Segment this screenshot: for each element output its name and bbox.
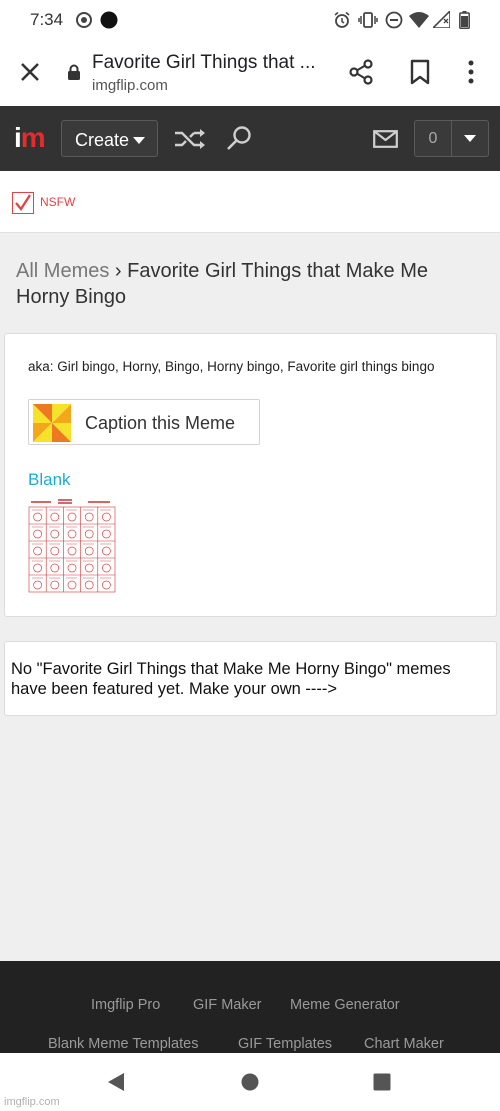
- blank-template-link[interactable]: Blank: [28, 470, 71, 490]
- site-header: im Create 0: [0, 106, 500, 171]
- footer-link-chart-maker[interactable]: Chart Maker: [364, 1036, 444, 1052]
- status-time: 7:34: [30, 10, 64, 29]
- imgflip-watermark: imgflip.com: [4, 1096, 60, 1108]
- vibrate-icon: [358, 12, 378, 28]
- shuffle-icon[interactable]: [174, 128, 208, 150]
- imgflip-logo[interactable]: im: [14, 124, 46, 152]
- breadcrumb-separator: ›: [114, 260, 122, 282]
- share-icon[interactable]: [348, 59, 374, 85]
- chevron-down-icon: [133, 137, 145, 144]
- bookmark-icon[interactable]: [407, 59, 433, 85]
- battery-icon: [459, 11, 470, 29]
- nsfw-label: NSFW: [40, 195, 76, 209]
- record-dot-icon: [100, 11, 118, 29]
- featured-notice-text: No "Favorite Girl Things that Make Me Ho…: [11, 660, 451, 698]
- footer-link-meme-generator[interactable]: Meme Generator: [290, 997, 400, 1013]
- breadcrumb: All Memes › Favorite Girl Things that Ma…: [16, 258, 486, 310]
- site-footer: Imgflip Pro GIF Maker Meme Generator Bla…: [0, 961, 500, 1053]
- breadcrumb-all-memes[interactable]: All Memes: [16, 260, 109, 282]
- mail-icon[interactable]: [373, 130, 398, 148]
- create-button[interactable]: Create: [61, 120, 158, 157]
- create-label: Create: [75, 130, 130, 150]
- system-navigation-bar: imgflip.com: [0, 1053, 500, 1111]
- checkmark-icon: [15, 194, 31, 211]
- recents-icon[interactable]: [373, 1073, 391, 1091]
- divider: [451, 121, 452, 156]
- meme-template-card: aka: Girl bingo, Horny, Bingo, Horny bin…: [4, 333, 497, 617]
- wifi-icon: [409, 12, 429, 28]
- footer-link-gif-maker[interactable]: GIF Maker: [193, 997, 261, 1013]
- alarm-icon: [334, 11, 350, 28]
- nsfw-filter: NSFW: [0, 171, 500, 233]
- status-bar: 7:34: [0, 0, 500, 38]
- page-domain: imgflip.com: [92, 77, 168, 94]
- more-options-icon[interactable]: [458, 59, 484, 85]
- nsfw-checkbox[interactable]: [12, 192, 34, 214]
- caption-button-label: Caption this Meme: [85, 413, 236, 433]
- page-title: Favorite Girl Things that ...: [92, 52, 316, 73]
- pinwheel-icon: [33, 404, 71, 442]
- notification-count: 0: [428, 130, 438, 147]
- caption-this-meme-button[interactable]: Caption this Meme: [28, 399, 260, 445]
- do-not-disturb-icon: [385, 11, 403, 29]
- search-icon[interactable]: [225, 125, 253, 153]
- no-featured-notice: No "Favorite Girl Things that Make Me Ho…: [4, 641, 497, 716]
- home-icon[interactable]: [241, 1073, 259, 1091]
- close-icon[interactable]: [18, 60, 42, 84]
- footer-link-imgflip-pro[interactable]: Imgflip Pro: [91, 997, 160, 1013]
- signal-icon: [433, 11, 450, 28]
- browser-toolbar: Favorite Girl Things that ... imgflip.co…: [0, 38, 500, 106]
- chevron-down-icon: [464, 135, 476, 142]
- notification-dropdown[interactable]: 0: [414, 120, 489, 157]
- back-icon[interactable]: [107, 1072, 125, 1092]
- meme-aliases: aka: Girl bingo, Horny, Bingo, Horny bin…: [28, 359, 435, 374]
- target-icon: [76, 12, 92, 28]
- footer-link-gif-templates[interactable]: GIF Templates: [238, 1036, 332, 1052]
- bingo-template-thumbnail[interactable]: [28, 496, 116, 593]
- lock-icon: [68, 64, 80, 80]
- footer-link-blank-meme-templates[interactable]: Blank Meme Templates: [48, 1036, 198, 1052]
